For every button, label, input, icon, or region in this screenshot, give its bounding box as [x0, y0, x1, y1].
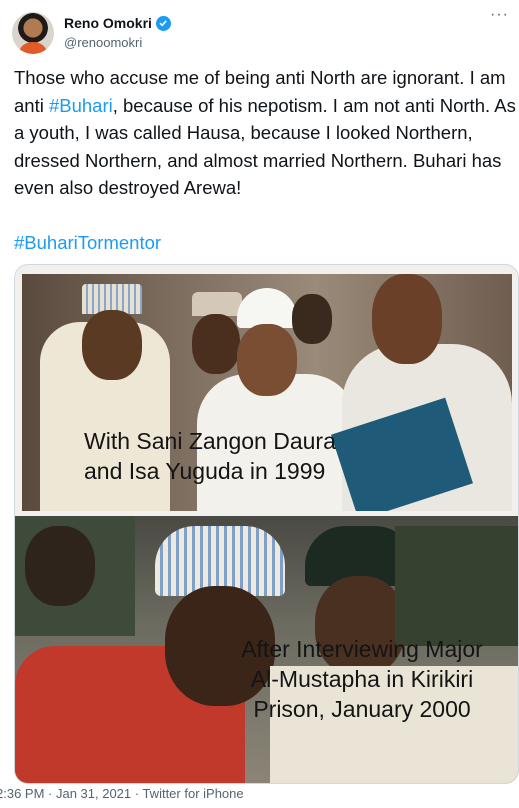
tweet-text: Those who accuse me of being anti North … — [14, 64, 518, 202]
hashtag-link-buharitormentor[interactable]: #BuhariTormentor — [14, 232, 161, 254]
photo-caption-1999: With Sani Zangon Daura and Isa Yuguda in… — [84, 428, 336, 484]
photo-panel-2000: After Interviewing Major Al-Mustapha in … — [15, 516, 518, 783]
hashtag-link-buhari[interactable]: #Buhari — [49, 95, 113, 116]
tweet-media-image[interactable]: With Sani Zangon Daura and Isa Yuguda in… — [14, 264, 519, 784]
more-options-icon[interactable]: ··· — [490, 6, 509, 24]
author-name-text[interactable]: Reno Omokri — [64, 15, 152, 31]
photo-panel-1999: With Sani Zangon Daura and Isa Yuguda in… — [22, 274, 512, 511]
author-handle[interactable]: @renoomokri — [64, 35, 142, 50]
avatar[interactable] — [12, 12, 54, 54]
photo-caption-2000: After Interviewing Major Al-Mustapha in … — [241, 636, 483, 722]
verified-badge-icon — [155, 15, 171, 31]
author-name[interactable]: Reno Omokri — [64, 15, 171, 31]
tweet-timestamp[interactable]: 2:36 PM · Jan 31, 2021 · Twitter for iPh… — [0, 786, 244, 801]
tweet-header: Reno Omokri @renoomokri ··· — [0, 0, 519, 60]
